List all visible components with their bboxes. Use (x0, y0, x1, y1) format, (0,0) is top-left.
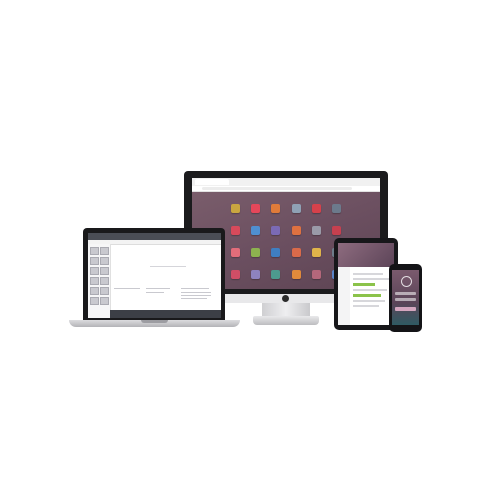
app-icon-tile (250, 203, 260, 213)
app-icon[interactable] (269, 264, 283, 284)
block-thumb[interactable] (100, 287, 109, 295)
browser-tab[interactable] (195, 179, 229, 185)
block-thumb[interactable] (90, 257, 99, 265)
app-icon[interactable] (289, 242, 303, 262)
app-icon-tile (291, 203, 301, 213)
phone-password-field[interactable] (395, 298, 416, 301)
laptop-sidebar (88, 244, 111, 318)
app-icon-tile (230, 203, 240, 213)
app-icon-tile (271, 225, 281, 235)
app-icon-tile (250, 269, 260, 279)
tablet-progress-bar (353, 294, 381, 297)
block-thumb[interactable] (100, 267, 109, 275)
tablet-row (353, 273, 383, 275)
app-icon-tile (311, 247, 321, 257)
app-icon-tile (230, 247, 240, 257)
tablet-row (353, 289, 387, 291)
app-icon[interactable] (309, 198, 323, 218)
url-field[interactable] (202, 187, 352, 190)
app-icon-tile (250, 225, 260, 235)
tablet-sidebar (338, 267, 350, 325)
phone-logo-icon (401, 276, 412, 287)
tablet-row (353, 278, 389, 280)
app-icon-tile (291, 225, 301, 235)
block-thumb[interactable] (100, 247, 109, 255)
phone-login-field[interactable] (395, 292, 416, 295)
app-icon[interactable] (248, 264, 262, 284)
app-icon[interactable] (248, 198, 262, 218)
app-icon[interactable] (248, 242, 262, 262)
app-icon-tile (332, 203, 342, 213)
app-icon[interactable] (330, 220, 344, 240)
app-icon-tile (271, 269, 281, 279)
app-icon-tile (311, 269, 321, 279)
footer-line (181, 298, 207, 299)
block-thumb[interactable] (90, 287, 99, 295)
app-icon-tile (291, 247, 301, 257)
app-icon[interactable] (248, 220, 262, 240)
app-icon-tile (291, 269, 301, 279)
tablet-screen (338, 243, 394, 325)
app-icon[interactable] (228, 242, 242, 262)
tablet-header-banner (338, 243, 394, 267)
footer-line (146, 292, 164, 293)
app-icon[interactable] (269, 198, 283, 218)
app-icon[interactable] (309, 220, 323, 240)
phone-screen (392, 270, 419, 325)
footer-column-2 (146, 288, 170, 289)
app-icon[interactable] (269, 242, 283, 262)
laptop-top-bar (88, 233, 221, 240)
app-icon-tile (311, 225, 321, 235)
footer-column-3 (181, 288, 209, 289)
tablet-row (353, 300, 385, 302)
laptop-bottom-bar (110, 310, 221, 318)
footer-line (181, 292, 211, 293)
app-icon[interactable] (330, 198, 344, 218)
app-icon-tile (332, 225, 342, 235)
laptop-screen (88, 233, 221, 318)
monitor-stand-foot (253, 316, 319, 325)
app-icon[interactable] (269, 220, 283, 240)
laptop-notch (141, 320, 168, 323)
app-icon-tile (271, 203, 281, 213)
app-icon[interactable] (228, 220, 242, 240)
app-icon[interactable] (228, 198, 242, 218)
block-thumb[interactable] (90, 247, 99, 255)
app-icon[interactable] (289, 198, 303, 218)
app-icon[interactable] (289, 264, 303, 284)
block-thumb[interactable] (90, 267, 99, 275)
block-thumb[interactable] (90, 297, 99, 305)
tablet-progress-bar (353, 283, 375, 286)
tablet-row (353, 305, 379, 307)
block-thumb[interactable] (90, 277, 99, 285)
app-icon-tile (311, 203, 321, 213)
app-icon-tile (250, 247, 260, 257)
app-icon-tile (230, 225, 240, 235)
block-thumb[interactable] (100, 297, 109, 305)
block-thumb[interactable] (100, 257, 109, 265)
app-grid (228, 198, 344, 284)
footer-column-1 (114, 288, 140, 289)
app-icon-tile (230, 269, 240, 279)
brand-logo-icon (282, 295, 289, 302)
app-icon[interactable] (228, 264, 242, 284)
app-icon[interactable] (309, 242, 323, 262)
app-icon-tile (271, 247, 281, 257)
app-icon[interactable] (289, 220, 303, 240)
footer-line (181, 295, 211, 296)
app-icon[interactable] (309, 264, 323, 284)
block-thumb[interactable] (100, 277, 109, 285)
phone-login-button[interactable] (395, 307, 416, 311)
placeholder-text-line (150, 266, 186, 267)
